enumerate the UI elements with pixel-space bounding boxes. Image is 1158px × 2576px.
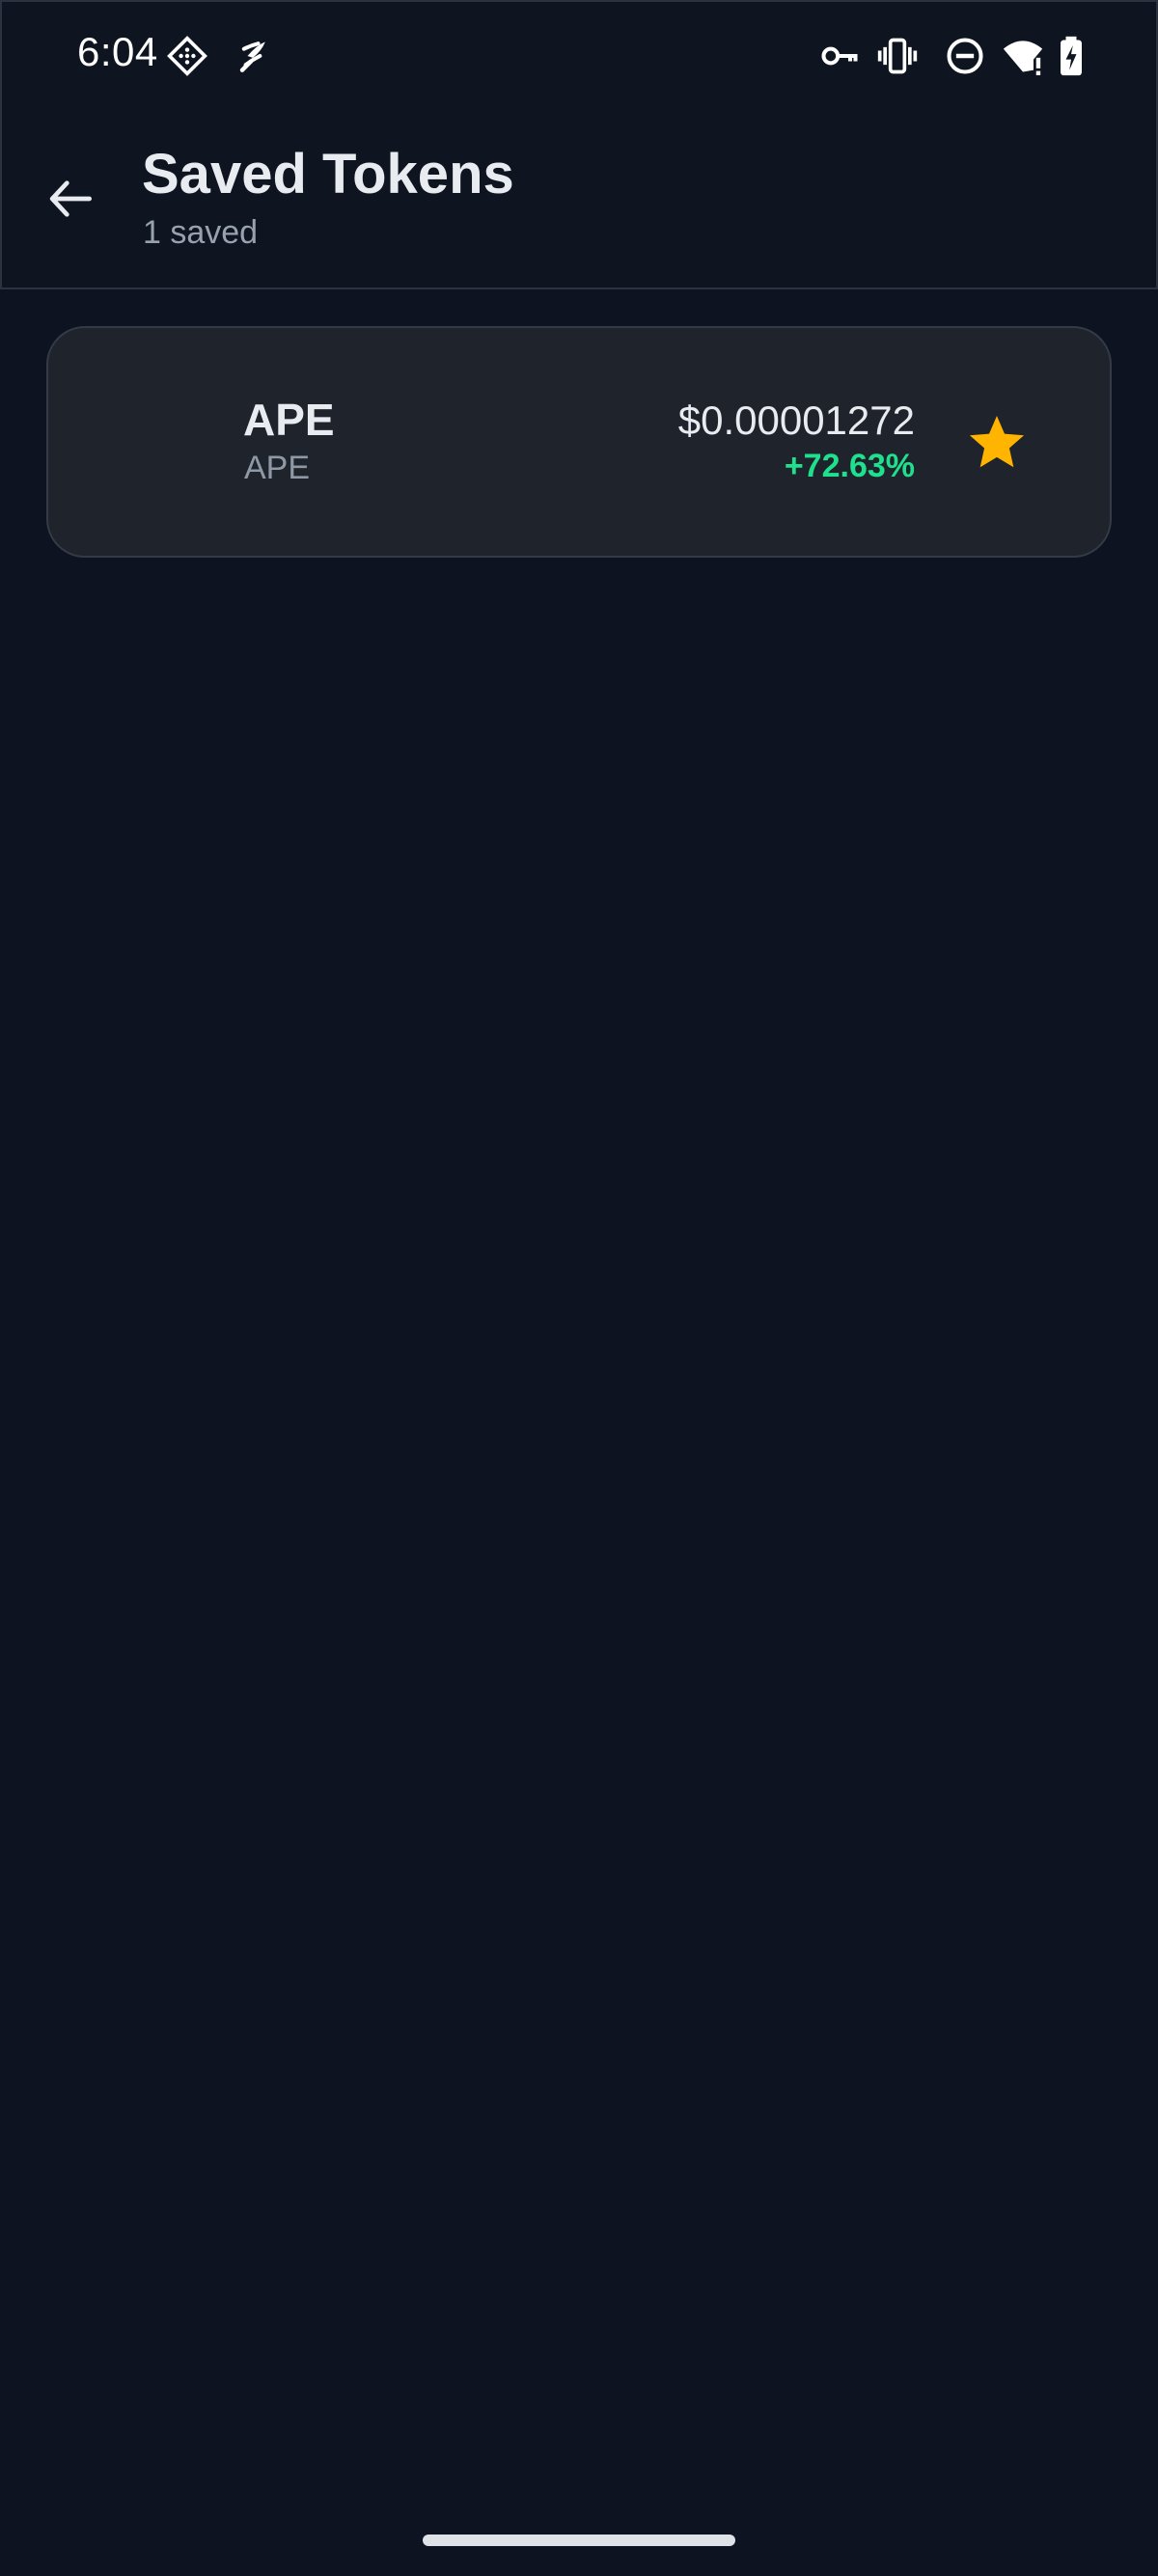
status-bar: 6:04 — [2, 2, 1158, 108]
gesture-nav-handle[interactable] — [423, 2535, 735, 2546]
grid-diamond-icon — [166, 35, 208, 77]
saved-count: 1 saved — [143, 214, 259, 251]
token-name: APE — [244, 450, 311, 486]
status-time: 6:04 — [77, 29, 158, 74]
battery-charging-icon — [1050, 35, 1092, 77]
back-button[interactable] — [39, 166, 104, 232]
key-icon — [818, 35, 861, 77]
token-symbol: APE — [243, 395, 335, 445]
star-filled-icon — [969, 415, 1025, 468]
vibrate-icon — [876, 35, 919, 77]
unsave-star-button[interactable] — [961, 407, 1033, 479]
token-price-change: +72.63% — [784, 448, 915, 484]
page-title: Saved Tokens — [142, 143, 514, 206]
do-not-disturb-icon — [944, 35, 986, 77]
arrow-left-icon — [49, 180, 92, 217]
app-header: 6:04 Saved Tokens 1 saved — [0, 0, 1158, 289]
feather-icon — [232, 35, 274, 77]
wifi-alert-icon — [1002, 35, 1044, 77]
token-card-ape[interactable]: APE APE $0.00001272 +72.63% — [46, 326, 1112, 558]
token-price: $0.00001272 — [677, 397, 915, 443]
